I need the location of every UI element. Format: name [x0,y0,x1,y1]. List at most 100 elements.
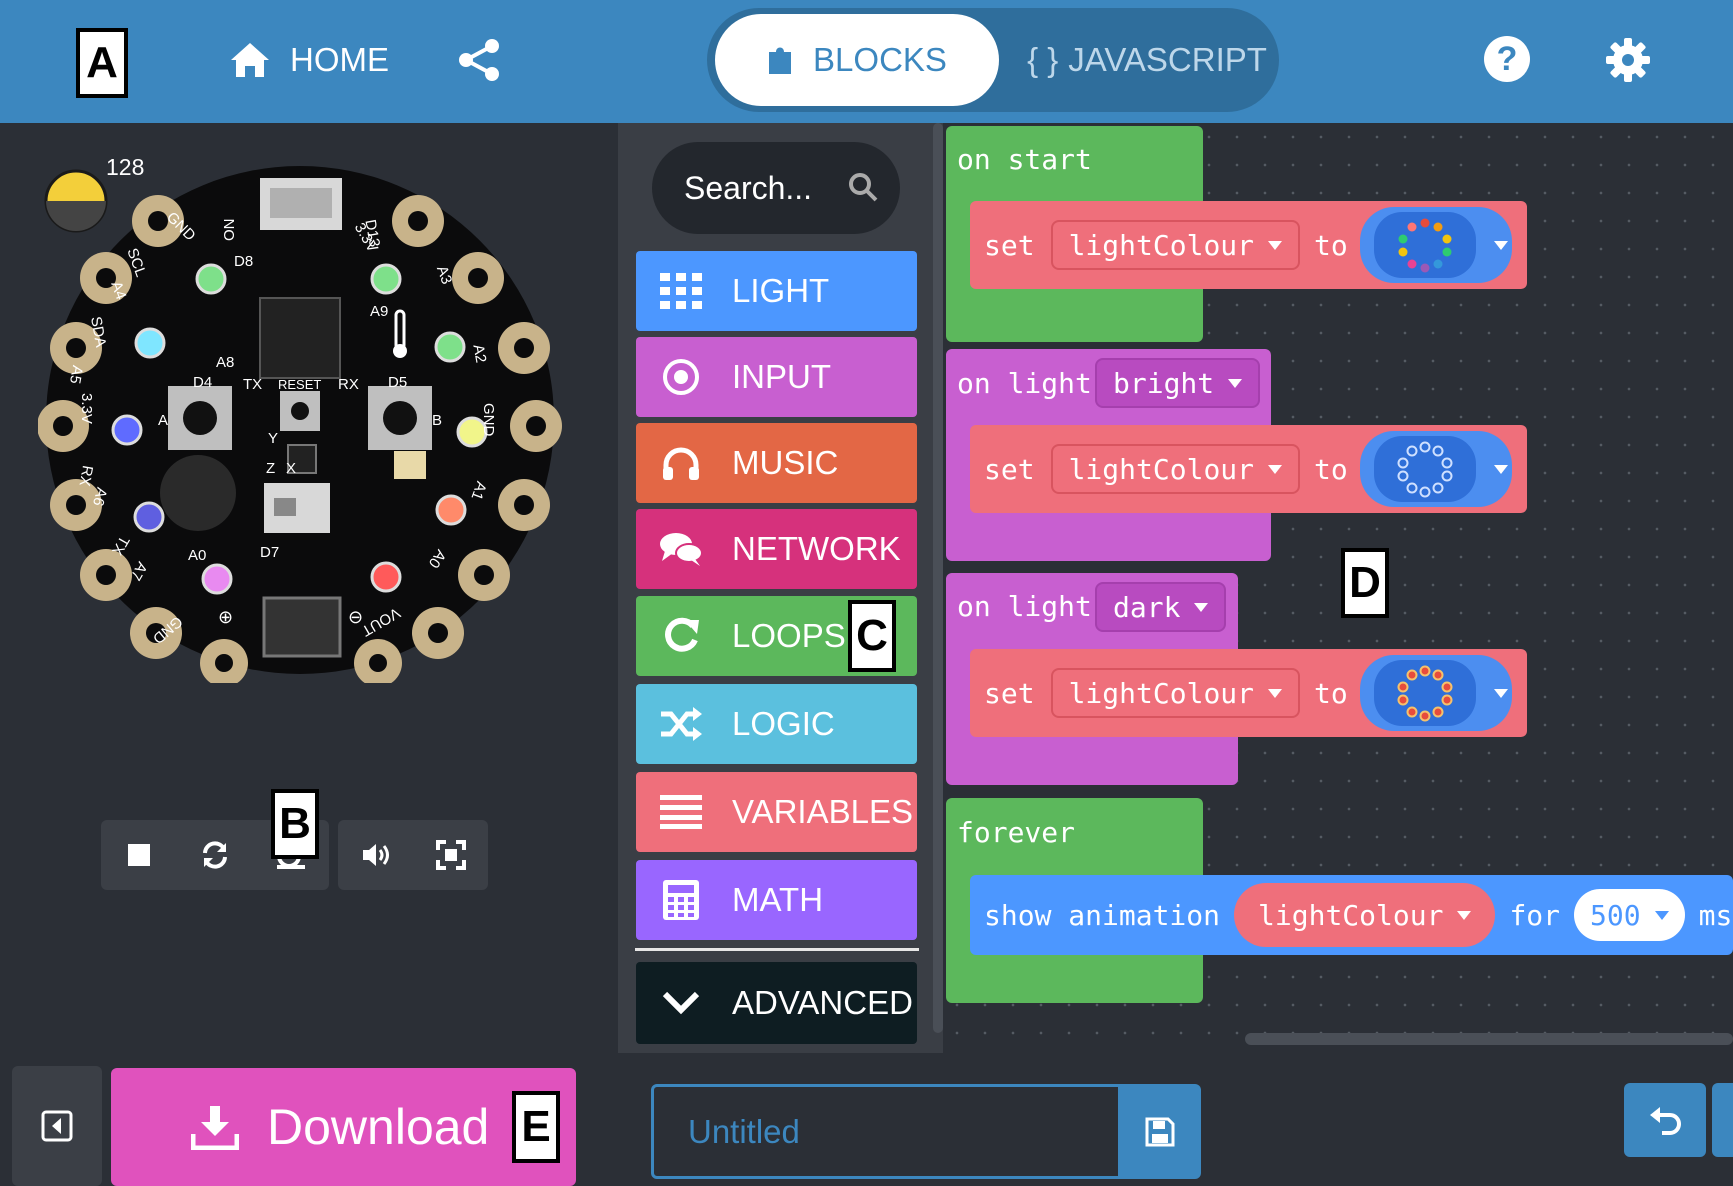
save-icon [1145,1117,1175,1146]
on-light-label: on light [957,590,1092,623]
circuit-playground-board[interactable]: 128 ON D13 D8 A9 A8 D4 TX RESET RX D5 A … [38,143,568,683]
chevron-down-icon [1268,464,1283,474]
bottom-bar: Download E Untitled [0,1053,1733,1186]
chevron-down-icon [1228,378,1243,388]
svg-text:A5: A5 [66,364,86,385]
category-light[interactable]: LIGHT [636,251,917,331]
speaker [160,455,236,531]
svg-text:RX: RX [338,376,359,393]
svg-text:X: X [286,460,296,477]
colour-ring-dropdown[interactable] [1359,207,1512,283]
download-icon [191,1106,239,1150]
set-label: set [984,452,1035,486]
variable-dropdown[interactable]: lightColour [1050,444,1301,494]
sound-icon [362,844,389,866]
svg-text:Y: Y [268,430,278,447]
light-level-value: 128 [106,154,144,180]
target-icon [658,354,704,400]
svg-text:A8: A8 [216,354,234,371]
variable-dropdown[interactable]: lightColour [1050,668,1301,718]
svg-text:RESET: RESET [278,377,321,392]
restart-icon [203,841,227,869]
category-math[interactable]: MATH [636,860,917,940]
colour-ring-field [1373,212,1476,278]
category-input[interactable]: INPUT [636,337,917,417]
to-label: to [1314,228,1348,262]
help-icon[interactable]: ? [1484,36,1530,82]
tab-javascript-label: JAVASCRIPT [1068,41,1267,78]
category-variables[interactable]: VARIABLES [636,772,917,852]
for-label: for [1509,898,1561,932]
save-button[interactable] [1119,1084,1201,1179]
callout-a: A [76,28,128,98]
tab-javascript[interactable]: { } JAVASCRIPT [1027,14,1267,106]
svg-text:A0: A0 [188,547,206,564]
home-label: HOME [290,41,389,78]
animation-variable-dropdown[interactable]: lightColour [1234,883,1496,947]
category-network-label: NETWORK [732,530,901,567]
set-block-1[interactable]: set lightColour to [970,201,1527,289]
svg-text:D8: D8 [234,253,253,270]
search-input[interactable]: Search... [652,142,900,234]
gear-icon[interactable] [1604,36,1652,84]
to-label: to [1314,676,1348,710]
editor-toggle: BLOCKS { } JAVASCRIPT [707,8,1279,112]
svg-text:A2: A2 [469,343,489,364]
chevron-down-icon [1268,688,1283,698]
blocks-workspace[interactable]: on start set lightColour to on light bri… [943,123,1733,1053]
category-logic[interactable]: LOGIC [636,684,917,764]
variable-dropdown[interactable]: lightColour [1050,220,1301,270]
on-start-label: on start [957,143,1092,176]
tab-blocks[interactable]: BLOCKS [715,14,999,106]
home-button[interactable]: HOME [228,38,389,82]
callout-b: B [271,789,319,859]
svg-text:RX: RX [76,464,96,487]
headphones-icon [658,440,704,486]
chevron-down-icon [1194,602,1209,612]
colour-ring-dropdown[interactable] [1359,655,1512,731]
set-block-2[interactable]: set lightColour to [970,425,1527,513]
download-label: Download [267,1099,490,1155]
category-music-label: MUSIC [732,444,839,481]
restart-button[interactable] [190,830,240,880]
list-icon [658,789,704,835]
chevron-down-icon [1493,464,1508,474]
redo-button[interactable] [1712,1083,1733,1157]
set-label: set [984,228,1035,262]
category-network[interactable]: NETWORK [636,509,917,589]
category-advanced[interactable]: ADVANCED [636,962,917,1044]
workspace-vertical-scrollbar[interactable] [933,123,943,1033]
chevron-down-icon [1457,910,1472,920]
set-block-3[interactable]: set lightColour to [970,649,1527,737]
svg-text:ON: ON [221,219,238,242]
simulator-panel: 128 ON D13 D8 A9 A8 D4 TX RESET RX D5 A … [0,123,618,1053]
chevron-down-icon [1268,240,1283,250]
colour-ring-dropdown[interactable] [1359,431,1512,507]
home-icon [231,43,269,77]
fullscreen-icon [435,840,466,870]
svg-text:GND: GND [480,403,497,437]
colour-ring-field [1373,436,1476,502]
set-label: set [984,676,1035,710]
category-music[interactable]: MUSIC [636,423,917,503]
collapse-simulator-button[interactable] [12,1066,102,1186]
category-light-label: LIGHT [732,272,830,309]
simulator-controls-group-2 [338,820,488,890]
slide-switch [264,483,330,533]
light-condition-dropdown[interactable]: bright [1095,358,1261,408]
duration-dropdown[interactable]: 500 [1574,889,1685,941]
mute-button[interactable] [351,830,401,880]
fullscreen-button[interactable] [426,830,476,880]
on-light-label: on light [957,367,1092,400]
forever-label: forever [957,816,1076,849]
undo-button[interactable] [1624,1083,1706,1157]
stop-button[interactable] [114,830,164,880]
show-animation-block[interactable]: show animation lightColour for 500 ms [970,875,1733,955]
share-icon[interactable] [455,36,503,84]
light-condition-dropdown[interactable]: dark [1095,582,1227,632]
project-name-field[interactable]: Untitled [651,1084,1121,1179]
workspace-horizontal-scrollbar[interactable] [1245,1033,1733,1045]
search-placeholder: Search... [684,169,813,206]
download-button[interactable]: Download [111,1068,576,1186]
calculator-icon [658,877,704,923]
